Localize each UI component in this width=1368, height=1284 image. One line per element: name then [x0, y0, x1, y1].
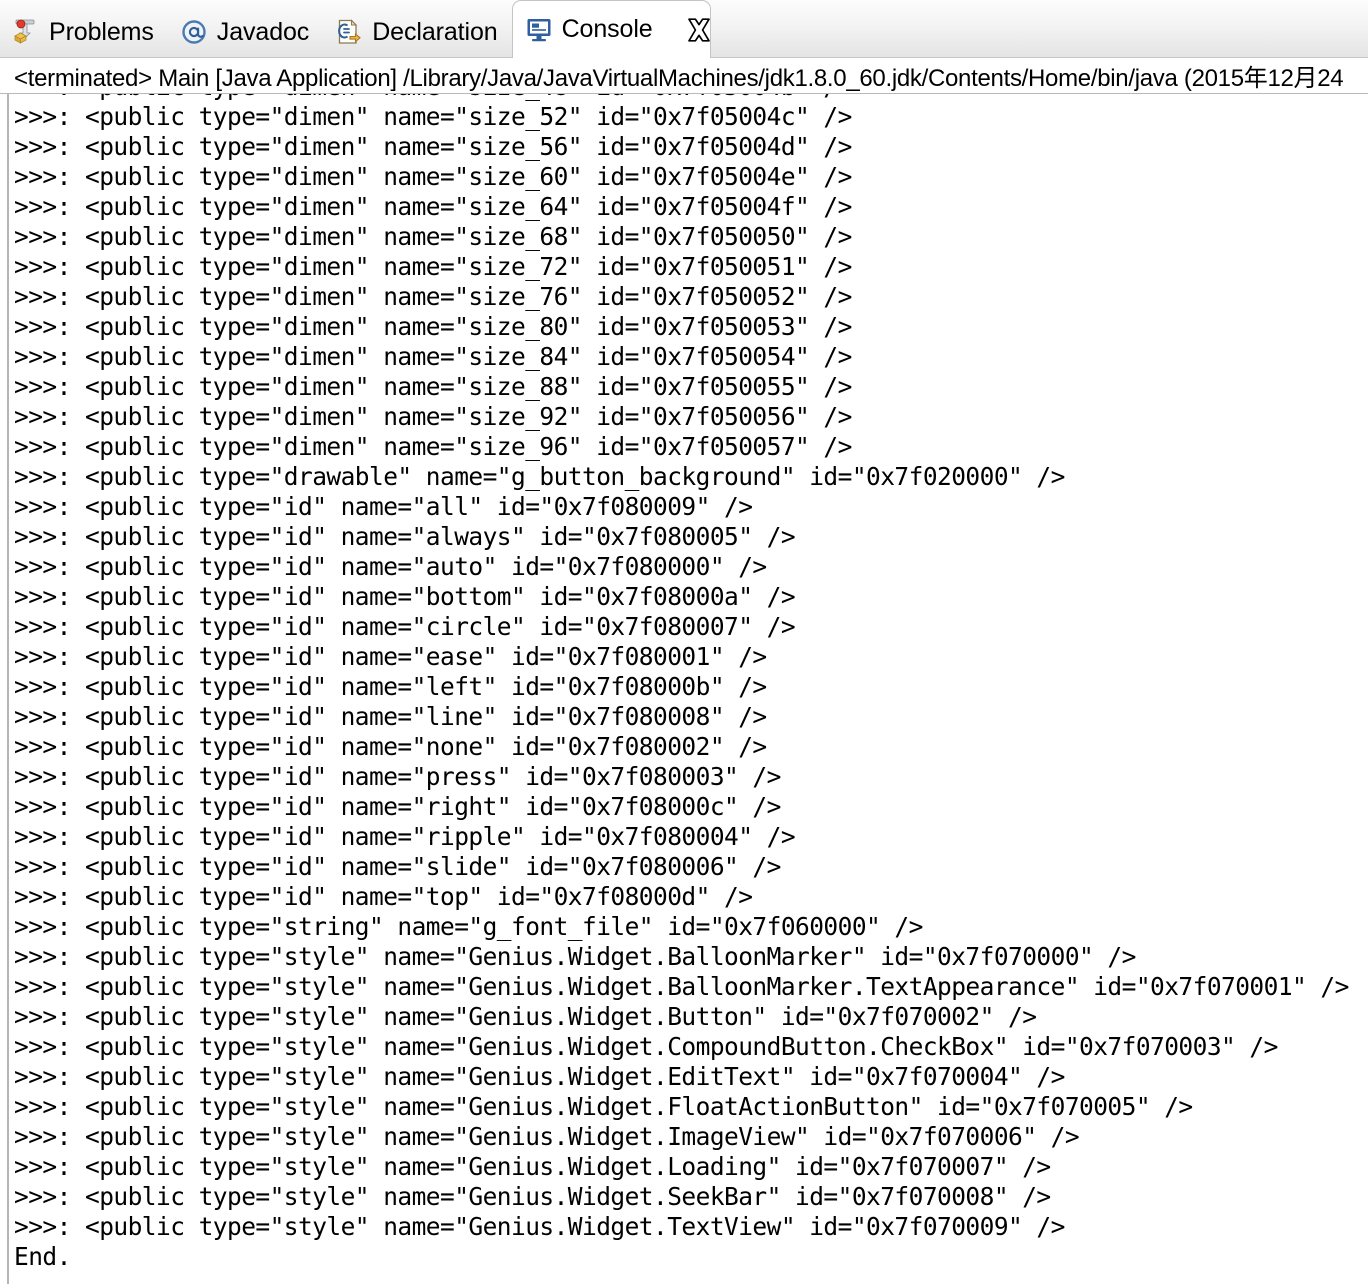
console-line: >>>: <public type="id" name="slide" id="… [14, 852, 781, 881]
console-line: >>>: <public type="dimen" name="size_80"… [14, 312, 852, 341]
console-line: >>>: <public type="id" name="left" id="0… [14, 672, 767, 701]
console-icon [525, 16, 553, 44]
console-line: >>>: <public type="dimen" name="size_64"… [14, 192, 852, 221]
console-line: >>>: <public type="id" name="always" id=… [14, 522, 796, 551]
console-line: >>>: <public type="style" name="Genius.W… [14, 972, 1349, 1001]
console-line: >>>: <public type="id" name="circle" id=… [14, 612, 796, 641]
problems-icon [12, 18, 40, 46]
console-line: >>>: <public type="id" name="none" id="0… [14, 732, 767, 761]
console-left-margin-rule [0, 94, 9, 1284]
view-tab-bar: Problems Javadoc Declaration Console [0, 0, 1368, 58]
console-line: >>>: <public type="dimen" name="size_48"… [14, 94, 1368, 102]
console-line: >>>: <public type="dimen" name="size_92"… [14, 402, 852, 431]
console-line: >>>: <public type="dimen" name="size_72"… [14, 252, 852, 281]
close-icon[interactable] [674, 17, 710, 43]
console-line: >>>: <public type="style" name="Genius.W… [14, 1002, 1037, 1031]
tab-javadoc[interactable]: Javadoc [168, 7, 323, 57]
console-line: >>>: <public type="id" name="line" id="0… [14, 702, 767, 731]
tab-console-label: Console [561, 15, 653, 43]
console-line-list: >>>: <public type="dimen" name="size_48"… [14, 94, 1368, 1272]
console-line: >>>: <public type="string" name="g_font_… [14, 912, 923, 941]
console-line: >>>: <public type="dimen" name="size_52"… [14, 102, 852, 131]
tab-javadoc-label: Javadoc [216, 17, 310, 46]
tab-console[interactable]: Console [511, 0, 711, 58]
console-line: >>>: <public type="dimen" name="size_76"… [14, 282, 852, 311]
process-description-line[interactable]: <terminated> Main [Java Application] /Li… [0, 58, 1368, 94]
tab-problems-label: Problems [49, 17, 154, 46]
console-line: >>>: <public type="dimen" name="size_96"… [14, 432, 852, 461]
tab-problems[interactable]: Problems [0, 7, 168, 57]
console-line: >>>: <public type="dimen" name="size_60"… [14, 162, 852, 191]
console-line: >>>: <public type="dimen" name="size_68"… [14, 222, 852, 251]
console-line: >>>: <public type="dimen" name="size_56"… [14, 132, 852, 161]
javadoc-icon [180, 18, 208, 46]
console-line: >>>: <public type="id" name="top" id="0x… [14, 882, 753, 911]
tab-declaration-label: Declaration [372, 17, 498, 46]
declaration-icon [335, 18, 363, 46]
console-line: >>>: <public type="style" name="Genius.W… [14, 1092, 1193, 1121]
console-line: >>>: <public type="style" name="Genius.W… [14, 1182, 1051, 1211]
console-line: >>>: <public type="style" name="Genius.W… [14, 942, 1136, 971]
console-line: >>>: <public type="dimen" name="size_88"… [14, 372, 852, 401]
console-line: >>>: <public type="id" name="right" id="… [14, 792, 781, 821]
console-line: >>>: <public type="id" name="ease" id="0… [14, 642, 767, 671]
console-line: >>>: <public type="dimen" name="size_84"… [14, 342, 852, 371]
console-line: >>>: <public type="style" name="Genius.W… [14, 1212, 1065, 1241]
console-line: >>>: <public type="id" name="bottom" id=… [14, 582, 796, 611]
console-line: >>>: <public type="id" name="press" id="… [14, 762, 781, 791]
console-line: >>>: <public type="style" name="Genius.W… [14, 1152, 1051, 1181]
console-line: >>>: <public type="style" name="Genius.W… [14, 1122, 1080, 1151]
process-description-text: <terminated> Main [Java Application] /Li… [14, 65, 1344, 92]
console-output-area[interactable]: >>>: <public type="dimen" name="size_48"… [0, 94, 1368, 1284]
console-line: >>>: <public type="drawable" name="g_but… [14, 462, 1065, 491]
console-line: >>>: <public type="style" name="Genius.W… [14, 1062, 1065, 1091]
console-line: >>>: <public type="id" name="all" id="0x… [14, 492, 753, 521]
console-line: >>>: <public type="style" name="Genius.W… [14, 1032, 1278, 1061]
console-line: End. [14, 1242, 71, 1271]
tab-declaration[interactable]: Declaration [323, 7, 511, 57]
console-line: >>>: <public type="id" name="auto" id="0… [14, 552, 767, 581]
console-line: >>>: <public type="id" name="ripple" id=… [14, 822, 796, 851]
